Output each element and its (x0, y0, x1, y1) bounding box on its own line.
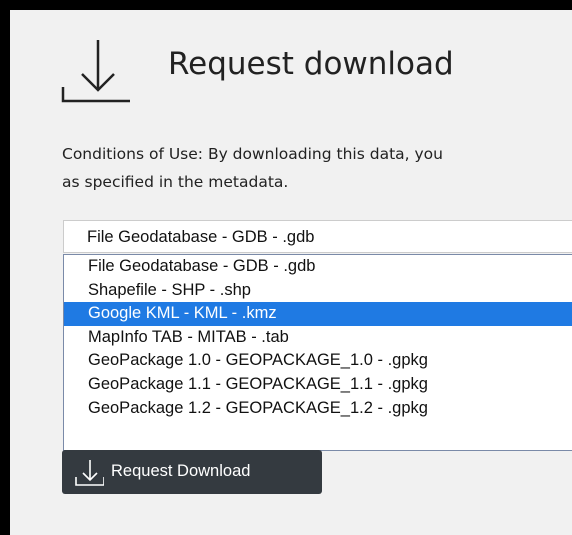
format-select-value: File Geodatabase - GDB - .gdb (87, 228, 315, 246)
conditions-of-use-text: Conditions of Use: By downloading this d… (62, 145, 443, 191)
download-icon (75, 460, 104, 486)
download-panel: Request download Conditions of Use: By d… (10, 10, 572, 535)
format-option[interactable]: GeoPackage 1.2 - GEOPACKAGE_1.2 - .gpkg (64, 397, 572, 421)
format-option[interactable]: MapInfo TAB - MITAB - .tab (64, 326, 572, 350)
format-option[interactable]: GeoPackage 1.1 - GEOPACKAGE_1.1 - .gpkg (64, 373, 572, 397)
format-dropdown-list[interactable]: File Geodatabase - GDB - .gdb Shapefile … (63, 254, 572, 451)
request-download-button[interactable]: Request Download (62, 450, 322, 494)
request-download-label: Request Download (111, 462, 251, 480)
format-option-highlighted[interactable]: Google KML - KML - .kmz (64, 302, 572, 326)
page-title: Request download (168, 46, 454, 82)
format-option[interactable]: Shapefile - SHP - .shp (64, 279, 572, 303)
download-icon (61, 40, 130, 103)
format-option[interactable]: GeoPackage 1.0 - GEOPACKAGE_1.0 - .gpkg (64, 349, 572, 373)
format-select[interactable]: File Geodatabase - GDB - .gdb (63, 220, 572, 253)
format-option[interactable]: File Geodatabase - GDB - .gdb (64, 255, 572, 279)
